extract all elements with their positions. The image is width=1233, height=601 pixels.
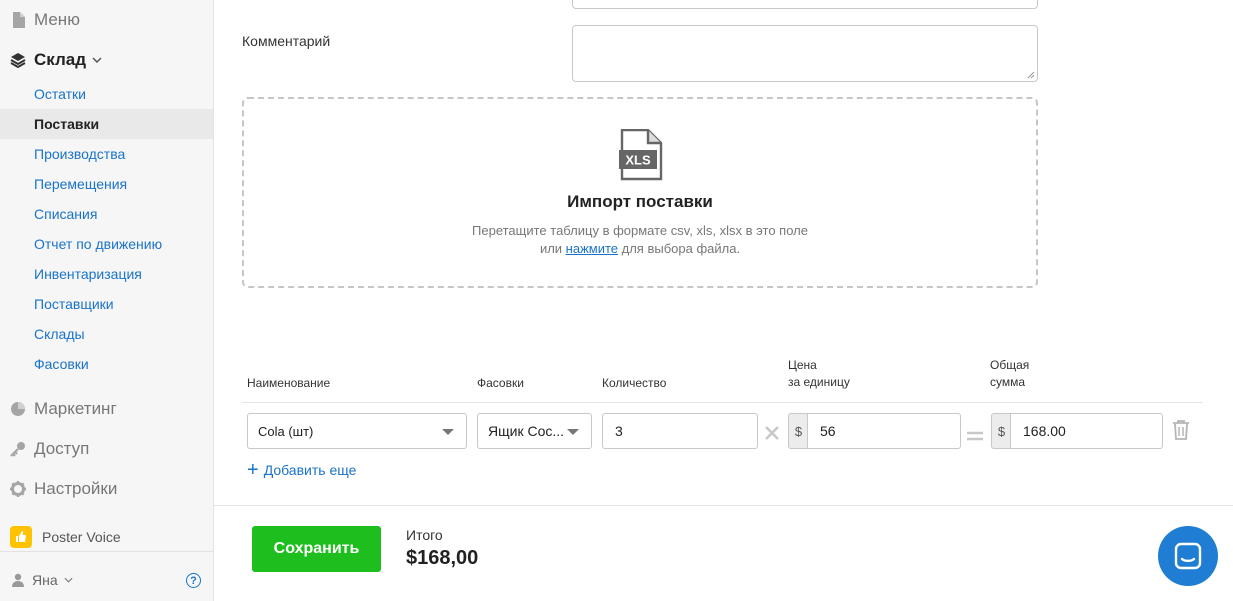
sidebar-item-suppliers[interactable]: Поставщики: [0, 289, 213, 319]
sidebar-menu[interactable]: Меню: [0, 0, 213, 40]
header-packaging: Фасовки: [477, 376, 524, 390]
header-unit-price-line-2: за единицу: [788, 375, 850, 389]
sidebar-access-label: Доступ: [34, 439, 90, 458]
currency-addon: $: [991, 413, 1011, 449]
product-select-value: Cola (шт): [258, 423, 314, 439]
help-glyph: ?: [190, 574, 197, 587]
unit-price-value: 56: [820, 423, 836, 439]
equals-icon: [967, 423, 983, 449]
comment-textarea[interactable]: [572, 25, 1038, 82]
sidebar-item-transfers[interactable]: Перемещения: [0, 169, 213, 199]
header-unit-price: Цена за единицу: [788, 357, 850, 391]
import-dropzone[interactable]: XLS Импорт поставки Перетащите таблицу в…: [242, 97, 1038, 288]
sidebar-item-stock[interactable]: Остатки: [0, 79, 213, 109]
import-line-2-suffix: для выбора файла.: [618, 241, 741, 256]
sidebar-item-label: Отчет по движению: [34, 236, 163, 252]
header-total-line-1: Общая: [990, 358, 1030, 372]
multiply-icon: [764, 421, 780, 447]
import-description: Перетащите таблицу в формате csv, xls, x…: [244, 222, 1036, 258]
sidebar-settings-label: Настройки: [34, 479, 118, 498]
layers-icon: [10, 51, 26, 69]
poster-voice-link[interactable]: Poster Voice: [0, 522, 213, 552]
key-icon: [10, 440, 26, 458]
xls-icon-text: XLS: [625, 153, 651, 168]
caret-down-icon: [442, 429, 454, 435]
header-unit-price-line-1: Цена: [788, 358, 817, 372]
table-divider: [242, 402, 1203, 403]
currency-addon: $: [788, 413, 808, 449]
sidebar-item-label: Инвентаризация: [34, 266, 142, 282]
header-total: Общая сумма: [990, 357, 1029, 391]
sidebar-item-label: Фасовки: [34, 356, 89, 372]
user-icon: [12, 573, 24, 587]
save-button[interactable]: Сохранить: [252, 526, 381, 572]
sidebar-item-label: Остатки: [34, 86, 86, 102]
user-name: Яна: [32, 572, 58, 588]
choose-file-link[interactable]: нажмите: [566, 241, 618, 256]
header-total-line-2: сумма: [990, 375, 1026, 389]
unit-price-input[interactable]: 56: [807, 413, 961, 449]
import-title: Импорт поставки: [567, 192, 713, 211]
sidebar-item-label: Списания: [34, 206, 98, 222]
total-row-value: 168.00: [1023, 423, 1066, 439]
sidebar-item-label: Перемещения: [34, 176, 128, 192]
header-quantity: Количество: [602, 376, 667, 390]
sidebar-warehouse-label: Склад: [34, 50, 87, 69]
thumbs-up-icon: [10, 525, 32, 548]
sidebar-marketing-label: Маркетинг: [34, 399, 117, 418]
sidebar-item-inventory[interactable]: Инвентаризация: [0, 259, 213, 289]
sidebar-section-access[interactable]: Доступ: [0, 429, 213, 469]
quantity-input[interactable]: 3: [602, 413, 758, 449]
resize-handle-icon[interactable]: [1027, 71, 1035, 79]
product-select[interactable]: Cola (шт): [247, 413, 467, 449]
sidebar-item-warehouses[interactable]: Склады: [0, 319, 213, 349]
plus-icon: +: [247, 459, 259, 481]
sidebar-item-writeoffs[interactable]: Списания: [0, 199, 213, 229]
sidebar: Меню Склад Остатки Поставки Производства…: [0, 0, 214, 601]
document-icon: [10, 11, 26, 29]
packaging-select[interactable]: Ящик Coc...: [477, 413, 592, 449]
pie-chart-icon: [10, 400, 26, 418]
chevron-down-icon: [92, 57, 102, 63]
chevron-down-icon: [64, 577, 73, 583]
gear-icon: [10, 480, 26, 498]
quantity-value: 3: [615, 423, 623, 439]
sidebar-section-warehouse[interactable]: Склад: [0, 40, 213, 80]
packaging-select-value: Ящик Coc...: [488, 423, 565, 439]
total-input[interactable]: 168.00: [1010, 413, 1163, 449]
header-name: Наименование: [247, 376, 331, 390]
user-menu[interactable]: Яна: [0, 566, 213, 594]
sidebar-item-label: Поставщики: [34, 296, 114, 312]
total-value: $168,00: [406, 547, 479, 569]
import-line-2: или нажмите для выбора файла.: [244, 240, 1036, 258]
caret-down-icon: [567, 429, 579, 435]
total-label: Итого: [406, 527, 443, 543]
sidebar-menu-label: Меню: [34, 10, 80, 29]
xls-file-icon: XLS: [619, 129, 663, 181]
import-line-2-prefix: или: [539, 241, 566, 256]
sidebar-item-label: Поставки: [34, 116, 100, 132]
sidebar-section-marketing[interactable]: Маркетинг: [0, 389, 213, 429]
chat-button[interactable]: [1158, 526, 1218, 586]
sidebar-item-label: Склады: [34, 326, 85, 342]
sidebar-item-supplies[interactable]: Поставки: [0, 109, 213, 139]
poster-voice-label: Poster Voice: [42, 528, 121, 545]
sidebar-item-movement-report[interactable]: Отчет по движению: [0, 229, 213, 259]
add-more-button[interactable]: + Добавить еще: [247, 460, 356, 480]
trash-icon[interactable]: [1172, 420, 1190, 445]
sidebar-item-label: Производства: [34, 146, 126, 162]
sidebar-item-production[interactable]: Производства: [0, 139, 213, 169]
chat-icon: [1174, 542, 1202, 570]
currency-symbol: $: [794, 423, 803, 439]
previous-field-input[interactable]: [572, 0, 1038, 9]
sidebar-section-settings[interactable]: Настройки: [0, 469, 213, 509]
help-icon[interactable]: ?: [186, 573, 201, 588]
import-line-1: Перетащите таблицу в формате csv, xls, x…: [472, 223, 808, 238]
currency-symbol: $: [997, 423, 1006, 439]
sidebar-item-packaging[interactable]: Фасовки: [0, 349, 213, 379]
add-more-label: Добавить еще: [263, 462, 357, 478]
comment-label: Комментарий: [242, 33, 331, 49]
